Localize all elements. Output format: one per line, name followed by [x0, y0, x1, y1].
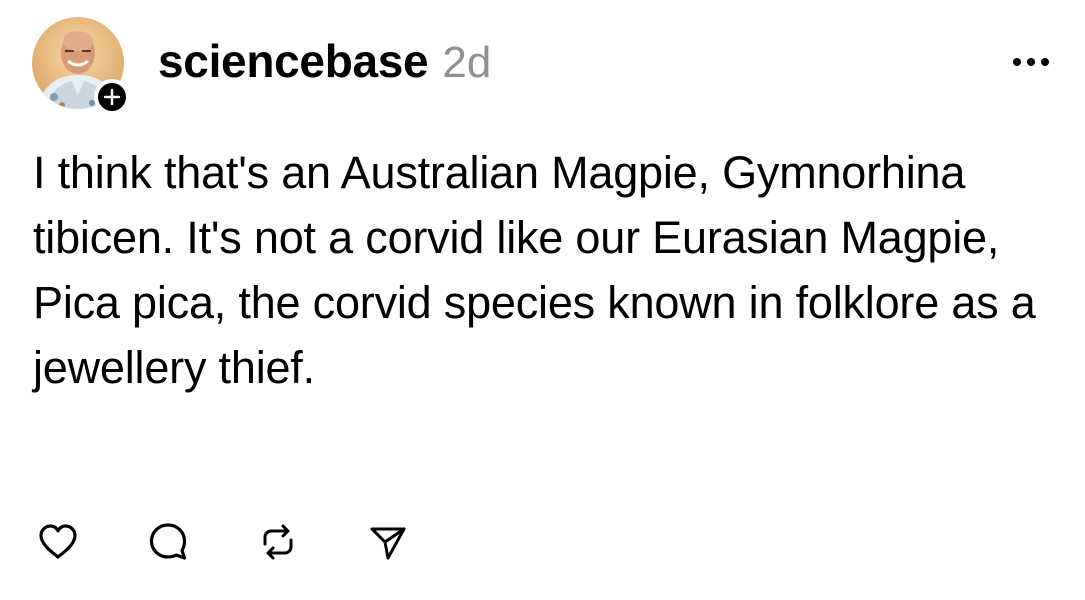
repost-icon: [263, 524, 293, 560]
action-bar: [34, 518, 412, 566]
like-button[interactable]: [34, 518, 82, 566]
username[interactable]: sciencebase: [158, 34, 429, 88]
post-card: sciencebase 2d I think that's an Austral…: [0, 0, 1085, 600]
timestamp: 2d: [442, 38, 492, 87]
plus-icon: [103, 88, 121, 106]
comment-button[interactable]: [144, 518, 192, 566]
more-options-button[interactable]: [1009, 48, 1053, 76]
post-header: sciencebase 2d: [158, 34, 491, 94]
follow-button[interactable]: [94, 79, 130, 115]
more-horizontal-icon: [1013, 58, 1049, 66]
repost-button[interactable]: [254, 518, 302, 566]
comment-bubble-icon: [149, 523, 187, 560]
post-text: I think that's an Australian Magpie, Gym…: [33, 147, 1036, 393]
heart-icon: [39, 524, 77, 559]
send-icon: [370, 527, 406, 560]
share-button[interactable]: [364, 518, 412, 566]
avatar-container[interactable]: [32, 17, 130, 115]
